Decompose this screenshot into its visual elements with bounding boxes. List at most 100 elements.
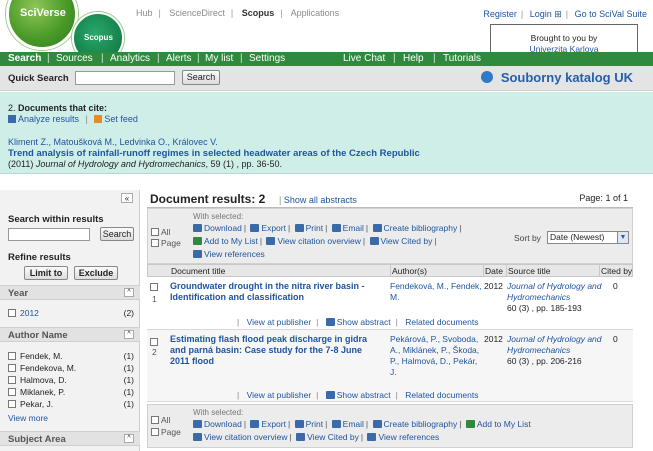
facet-item[interactable]: Fendek, M. (1) [8, 351, 136, 362]
login-link[interactable]: Login ⊞ [530, 9, 562, 19]
col-date[interactable]: Date [485, 266, 503, 276]
view-citation-overview-button[interactable]: View citation overview [204, 432, 287, 442]
facet-year[interactable]: Year ^ [0, 285, 140, 300]
email-button[interactable]: Email [343, 419, 364, 429]
refine-results-label: Refine results [8, 252, 71, 263]
nav-analytics[interactable]: Analytics [110, 53, 150, 64]
nav-help[interactable]: Help [403, 53, 424, 64]
export-button[interactable]: Export [261, 419, 286, 429]
related-documents-link[interactable]: Related documents [405, 317, 478, 327]
col-source-title[interactable]: Source title [508, 266, 551, 276]
show-all-abstracts-link[interactable]: Show all abstracts [284, 195, 357, 205]
select-page[interactable]: Page [151, 238, 181, 248]
view-cited-by-button[interactable]: View Cited by [381, 236, 433, 246]
link-sciencedirect[interactable]: ScienceDirect [169, 8, 225, 18]
quick-search-button[interactable]: Search [182, 70, 220, 85]
view-more-link[interactable]: View more [8, 413, 48, 423]
exclude-button[interactable]: Exclude [74, 266, 118, 280]
row-checkbox[interactable] [150, 283, 158, 291]
nav-search[interactable]: Search [8, 53, 41, 64]
catalog-link[interactable]: Souborny katalog UK [501, 70, 633, 85]
col-authors[interactable]: Author(s) [392, 266, 427, 276]
sciverse-logo[interactable]: SciVerse Scopus [0, 0, 130, 64]
cited-authors[interactable]: Kliment Z., Matoušková M., Ledvinka O., … [8, 137, 218, 147]
nav-tutorials[interactable]: Tutorials [443, 53, 481, 64]
facet-checkbox[interactable] [8, 388, 16, 396]
email-button[interactable]: Email [343, 223, 364, 233]
cited-title[interactable]: Trend analysis of rainfall-runoff regime… [8, 148, 420, 159]
source-journal-link[interactable]: Journal of Hydrology and Hydromechanics [507, 281, 602, 302]
analyze-results-link[interactable]: Analyze results [18, 114, 79, 124]
facet-checkbox[interactable] [8, 400, 16, 408]
authors-link[interactable]: Fendeková, M., Fendek, M. [390, 281, 485, 303]
create-bibliography-button[interactable]: Create bibliography [384, 223, 458, 233]
facet-checkbox[interactable] [8, 376, 16, 384]
quick-search-input[interactable] [75, 71, 175, 85]
search-within-input[interactable] [8, 228, 90, 241]
references-icon [193, 250, 202, 258]
link-scopus[interactable]: Scopus [242, 8, 275, 18]
show-abstract-link[interactable]: Show abstract [337, 390, 391, 400]
facet-item[interactable]: Pekar, J. (1) [8, 399, 136, 410]
search-within-button[interactable]: Search [100, 227, 134, 241]
document-title-link[interactable]: Estimating flash flood peak discharge in… [170, 334, 380, 367]
link-applications[interactable]: Applications [291, 8, 340, 18]
nav-sources[interactable]: Sources [56, 53, 93, 64]
facet-item[interactable]: Miklanek, P. (1) [8, 387, 136, 398]
view-cited-by-button[interactable]: View Cited by [307, 432, 359, 442]
select-all[interactable]: All [151, 227, 170, 237]
add-to-my-list-button[interactable]: Add to My List [204, 236, 258, 246]
nav-my-list[interactable]: My list [205, 53, 233, 64]
link-hub[interactable]: Hub [136, 8, 153, 18]
print-button[interactable]: Print [306, 223, 323, 233]
facet-item[interactable]: Halmova, D. (1) [8, 375, 136, 386]
create-bibliography-button[interactable]: Create bibliography [384, 419, 458, 429]
scival-link[interactable]: Go to SciVal Suite [575, 9, 647, 19]
nav-settings[interactable]: Settings [249, 53, 285, 64]
collapse-sidebar-button[interactable]: « [121, 193, 133, 203]
col-cited-by[interactable]: Cited by [601, 266, 633, 276]
print-button[interactable]: Print [306, 419, 323, 429]
facet-item[interactable]: 2012 (2) [8, 308, 136, 319]
download-button[interactable]: Download [204, 223, 242, 233]
collapse-icon[interactable]: ^ [124, 288, 134, 297]
catalog-icon [481, 71, 493, 83]
view-at-publisher-link[interactable]: View at publisher [247, 317, 312, 327]
collapse-icon[interactable]: ^ [124, 434, 134, 443]
add-to-my-list-button[interactable]: Add to My List [477, 419, 531, 429]
actions-line-3: View references [193, 249, 265, 259]
select-page[interactable]: Page [151, 427, 181, 437]
related-documents-link[interactable]: Related documents [405, 390, 478, 400]
cited-by-icon [369, 237, 379, 245]
authors-link[interactable]: Pekárová, P., Svoboda, A., Miklánek, P.,… [390, 334, 485, 378]
show-abstract-link[interactable]: Show abstract [337, 317, 391, 327]
export-button[interactable]: Export [261, 223, 286, 233]
view-citation-overview-button[interactable]: View citation overview [277, 236, 360, 246]
facet-author[interactable]: Author Name ^ [0, 327, 140, 342]
facet-item[interactable]: Fendekova, M. (1) [8, 363, 136, 374]
row-checkbox[interactable] [150, 338, 158, 346]
facet-checkbox[interactable] [8, 364, 16, 372]
cited-by-count[interactable]: 0 [613, 334, 618, 344]
download-button[interactable]: Download [204, 419, 242, 429]
source-journal-link[interactable]: Journal of Hydrology and Hydromechanics [507, 334, 602, 355]
facet-checkbox[interactable] [8, 352, 16, 360]
facet-checkbox[interactable] [8, 309, 16, 317]
document-title-link[interactable]: Groundwater drought in the nitra river b… [170, 281, 380, 303]
limit-to-button[interactable]: Limit to [24, 266, 68, 280]
col-document-title[interactable]: Document title [171, 266, 225, 276]
nav-live-chat[interactable]: Live Chat [343, 53, 385, 64]
set-feed-link[interactable]: Set feed [104, 114, 138, 124]
cited-by-count[interactable]: 0 [613, 281, 618, 291]
view-references-button[interactable]: View references [378, 432, 439, 442]
sort-select[interactable]: Date (Newest) ▼ [547, 231, 629, 244]
view-at-publisher-link[interactable]: View at publisher [247, 390, 312, 400]
page-number[interactable]: 1 [605, 193, 610, 203]
select-all[interactable]: All [151, 415, 170, 425]
view-references-button[interactable]: View references [204, 249, 265, 259]
source-title: Journal of Hydrology and Hydromechanics 6… [507, 334, 602, 366]
facet-subject[interactable]: Subject Area ^ [0, 431, 140, 446]
collapse-icon[interactable]: ^ [124, 330, 134, 339]
register-link[interactable]: Register [483, 9, 517, 19]
nav-alerts[interactable]: Alerts [166, 53, 192, 64]
